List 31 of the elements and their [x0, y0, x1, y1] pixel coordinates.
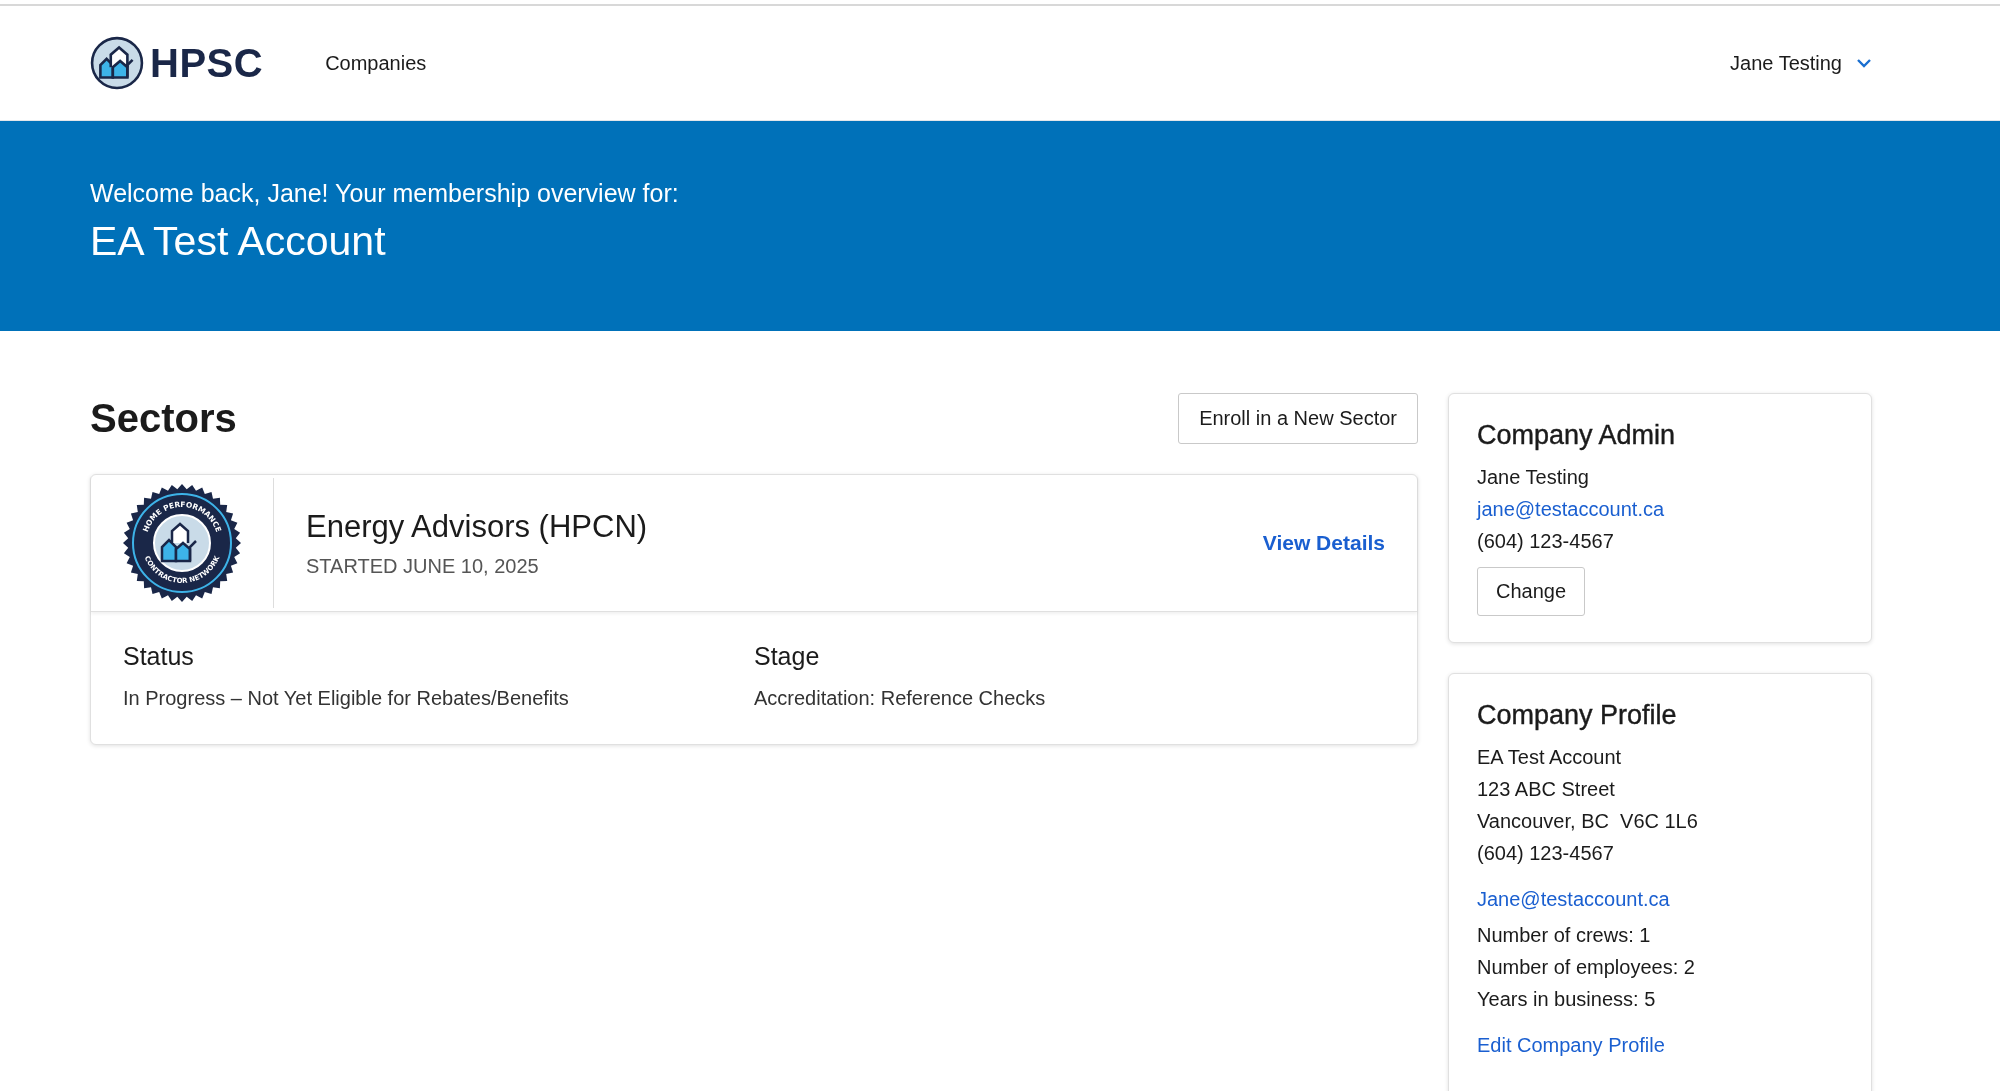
sectors-heading: Sectors — [90, 396, 237, 441]
start-date: STARTED JUNE 10, 2025 — [306, 554, 540, 578]
houses-logo-icon — [90, 36, 144, 90]
address-line: Vancouver, BC V6C 1L6 — [1477, 809, 1699, 834]
status-value: In Progress – Not Yet Eligible for Rebates/Benefits — [123, 687, 570, 710]
card-title: Company Profile — [1477, 700, 1678, 731]
user-menu-button[interactable]: Jane Testing — [1730, 51, 1872, 75]
enroll-button[interactable]: Enroll in a New Sector — [1178, 393, 1418, 444]
account-name: EA Test Account — [90, 218, 387, 265]
email-link[interactable]: Jane@testaccount.ca — [1477, 883, 1843, 915]
email-link[interactable]: jane@testaccount.ca — [1477, 493, 1843, 525]
address-line: (604) 123-4567 — [1477, 841, 1615, 866]
logo-wordmark[interactable]: HPSC — [150, 40, 264, 86]
company-fact: Number of crews: 1 — [1477, 923, 1652, 948]
company-fact: Years in business: 5 — [1477, 987, 1657, 1012]
view-details-link[interactable]: View Details — [1262, 531, 1385, 555]
welcome-text: Welcome back, Jane! Your membership overview for: — [90, 179, 680, 208]
stage-value: Accreditation: Reference Checks — [754, 687, 1047, 710]
edit-profile-link[interactable]: Edit Company Profile — [1477, 1029, 1843, 1061]
address-line: 123 ABC Street — [1477, 777, 1616, 802]
phone-number: (604) 123-4567 — [1477, 529, 1615, 554]
company-fact: Number of employees: 2 — [1477, 955, 1696, 980]
stage-label: Stage — [754, 642, 821, 671]
address-line: EA Test Account — [1477, 745, 1623, 770]
nav-link[interactable]: Companies — [325, 51, 427, 75]
status-label: Status — [123, 642, 195, 671]
card-title: Company Admin — [1477, 420, 1677, 451]
admin-name: Jane Testing — [1477, 465, 1590, 490]
sector-name: Energy Advisors (HPCN) — [306, 508, 649, 545]
change-button[interactable]: Change — [1477, 567, 1586, 616]
chevron-down-icon — [1856, 58, 1872, 68]
